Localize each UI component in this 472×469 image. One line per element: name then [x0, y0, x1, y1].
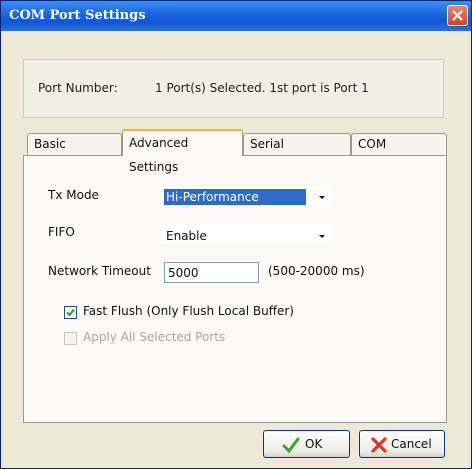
- fast-flush-label: Fast Flush (Only Flush Local Buffer): [83, 304, 294, 318]
- ok-label: OK: [305, 437, 323, 451]
- fifo-label: FIFO: [48, 225, 75, 239]
- tab-basic-settings[interactable]: Basic Settings: [27, 133, 122, 171]
- fast-flush-checkbox[interactable]: [64, 306, 77, 319]
- network-timeout-range: (500-20000 ms): [268, 264, 365, 278]
- com-port-settings-dialog: COM Port Settings Port Number: 1 Port(s)…: [0, 0, 472, 469]
- tab-advanced-settings[interactable]: Advanced Settings: [122, 129, 243, 174]
- tab-com-grouping[interactable]: COM Grouping: [351, 133, 447, 171]
- tx-mode-label: Tx Mode: [48, 188, 99, 202]
- cancel-label: Cancel: [391, 437, 432, 451]
- check-icon: [66, 308, 75, 317]
- ok-button[interactable]: OK: [263, 430, 350, 458]
- port-number-value: 1 Port(s) Selected. 1st port is Port 1: [155, 81, 369, 95]
- apply-all-checkbox[interactable]: [64, 332, 77, 345]
- port-number-label: Port Number:: [38, 81, 118, 95]
- window-title: COM Port Settings: [9, 8, 146, 23]
- title-bar: COM Port Settings: [1, 1, 471, 31]
- network-timeout-input[interactable]: 5000: [164, 262, 259, 283]
- close-button[interactable]: [447, 5, 468, 26]
- tx-mode-value: Hi-Performance: [164, 189, 306, 205]
- fifo-value: Enable: [166, 229, 207, 243]
- chevron-down-icon: [319, 235, 325, 238]
- apply-all-label: Apply All Selected Ports: [83, 330, 226, 344]
- fifo-select[interactable]: Enable: [162, 224, 332, 244]
- network-timeout-label: Network Timeout: [48, 264, 151, 278]
- checkmark-icon: [282, 437, 300, 453]
- tx-mode-select[interactable]: Hi-Performance: [162, 187, 332, 207]
- cancel-button[interactable]: Cancel: [359, 430, 445, 458]
- cross-icon: [371, 437, 387, 453]
- advanced-settings-panel: Tx Mode Hi-Performance FIFO Enable Netwo…: [23, 155, 447, 423]
- port-number-box: Port Number: 1 Port(s) Selected. 1st por…: [23, 59, 444, 118]
- tab-serial-parameters[interactable]: Serial Parameters: [243, 133, 351, 171]
- chevron-down-icon: [319, 196, 325, 199]
- close-icon: [452, 10, 463, 21]
